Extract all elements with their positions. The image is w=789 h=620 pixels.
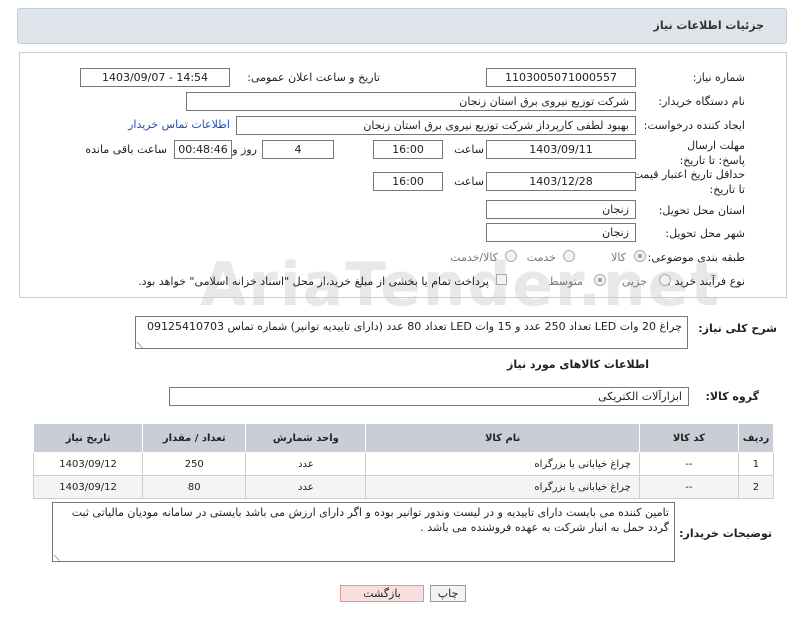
radio-goods[interactable] [634, 250, 646, 262]
col-code: کد کالا [638, 423, 739, 453]
col-row: ردیف [737, 423, 775, 453]
cell-code: -- [638, 452, 739, 476]
buyer-org-label: نام دستگاه خریدار: [658, 95, 745, 108]
table-row: 2 -- چراغ خیابانی یا بزرگراه عدد 80 1403… [32, 475, 775, 499]
cell-row: 1 [737, 452, 775, 476]
announce-label: تاریخ و ساعت اعلان عمومی: [247, 71, 380, 84]
deadline-time-label: ساعت [454, 143, 484, 156]
radio-minor[interactable] [659, 274, 671, 286]
city-label: شهر محل تحویل: [665, 227, 745, 240]
cell-name: چراغ خیابانی یا بزرگراه [365, 475, 640, 499]
table-row: 1 -- چراغ خیابانی یا بزرگراه عدد 250 140… [32, 452, 775, 476]
description-textarea[interactable]: چراغ 20 وات LED تعداد 250 عدد و 15 وات L… [135, 316, 688, 349]
creator-label: ایجاد کننده درخواست: [643, 119, 745, 132]
goods-group-field: ابزارآلات الکتریکی [169, 387, 689, 406]
province-label: استان محل تحویل: [658, 204, 745, 217]
process-label: نوع فرآیند خرید : [667, 275, 745, 288]
goods-table: ردیف کد کالا نام کالا واحد شمارش تعداد /… [32, 423, 775, 499]
days-field: 4 [262, 140, 334, 159]
radio-medium-label: متوسط [548, 275, 583, 288]
category-label: طبقه بندی موضوعی: [647, 251, 745, 264]
cell-qty: 80 [142, 475, 247, 499]
buyer-org-field: شرکت توزیع نیروی برق استان زنجان [186, 92, 636, 111]
validity-label: حداقل تاریخ اعتبار قیمت: تا تاریخ: [629, 168, 745, 196]
payment-note: پرداخت تمام یا بخشی از مبلغ خرید،از محل … [138, 275, 489, 288]
notes-text: تامین کننده می بایست دارای تاییدیه و در … [71, 506, 669, 534]
notes-textarea[interactable]: تامین کننده می بایست دارای تاییدیه و در … [52, 502, 675, 562]
radio-service-label: خدمت [526, 251, 556, 264]
province-field: زنجان [486, 200, 636, 219]
cell-date: 1403/09/12 [32, 475, 144, 499]
need-number-label: شماره نیاز: [692, 71, 745, 84]
deadline-label: مهلت ارسال پاسخ: تا تاریخ: [679, 139, 745, 167]
table-header-row: ردیف کد کالا نام کالا واحد شمارش تعداد /… [32, 423, 775, 453]
treasury-checkbox[interactable] [496, 274, 507, 285]
radio-service[interactable] [563, 250, 575, 262]
cell-qty: 250 [142, 452, 247, 476]
description-text: چراغ 20 وات LED تعداد 250 عدد و 15 وات L… [147, 320, 682, 333]
goods-group-label: گروه کالا: [705, 390, 759, 403]
deadline-time-field: 16:00 [373, 140, 443, 159]
contact-info-link[interactable]: اطلاعات تماس خریدار [128, 118, 230, 131]
cell-code: -- [638, 475, 739, 499]
radio-goods-service-label: کالا/خدمت [450, 251, 498, 264]
remaining-time-field: 00:48:46 [174, 140, 232, 159]
cell-unit: عدد [245, 475, 367, 499]
radio-minor-label: جزیی [621, 275, 647, 288]
description-label: شرح کلی نیاز: [698, 322, 777, 335]
cell-name: چراغ خیابانی یا بزرگراه [365, 452, 640, 476]
col-name: نام کالا [365, 423, 640, 453]
resize-grip-icon [53, 548, 66, 561]
goods-section-title: اطلاعات کالاهای مورد نیاز [507, 358, 649, 371]
cell-date: 1403/09/12 [32, 452, 144, 476]
validity-date-field: 1403/12/28 [486, 172, 636, 191]
col-date: تاریخ نیاز [32, 423, 144, 453]
need-number-field: 1103005071000557 [486, 68, 636, 87]
validity-time-field: 16:00 [373, 172, 443, 191]
page-title: جزئیات اطلاعات نیاز [653, 19, 765, 32]
remaining-label: ساعت باقی مانده [85, 143, 167, 156]
print-button[interactable]: چاپ [430, 585, 466, 602]
col-unit: واحد شمارش [245, 423, 367, 453]
resize-grip-icon [136, 335, 149, 348]
cell-row: 2 [737, 475, 775, 499]
back-button[interactable]: بازگشت [340, 585, 424, 602]
days-label: روز و [232, 143, 257, 156]
announce-field: 1403/09/07 - 14:54 [80, 68, 230, 87]
cell-unit: عدد [245, 452, 367, 476]
deadline-date-field: 1403/09/11 [486, 140, 636, 159]
page-header: جزئیات اطلاعات نیاز [17, 8, 787, 44]
validity-time-label: ساعت [454, 175, 484, 188]
creator-field: بهبود لطفی کارپرداز شرکت توزیع نیروی برق… [236, 116, 636, 135]
col-qty: تعداد / مقدار [142, 423, 247, 453]
notes-label: توضیحات خریدار: [679, 527, 772, 540]
radio-goods-label: کالا [611, 251, 626, 264]
city-field: زنجان [486, 223, 636, 242]
radio-goods-service[interactable] [505, 250, 517, 262]
radio-medium[interactable] [594, 274, 606, 286]
